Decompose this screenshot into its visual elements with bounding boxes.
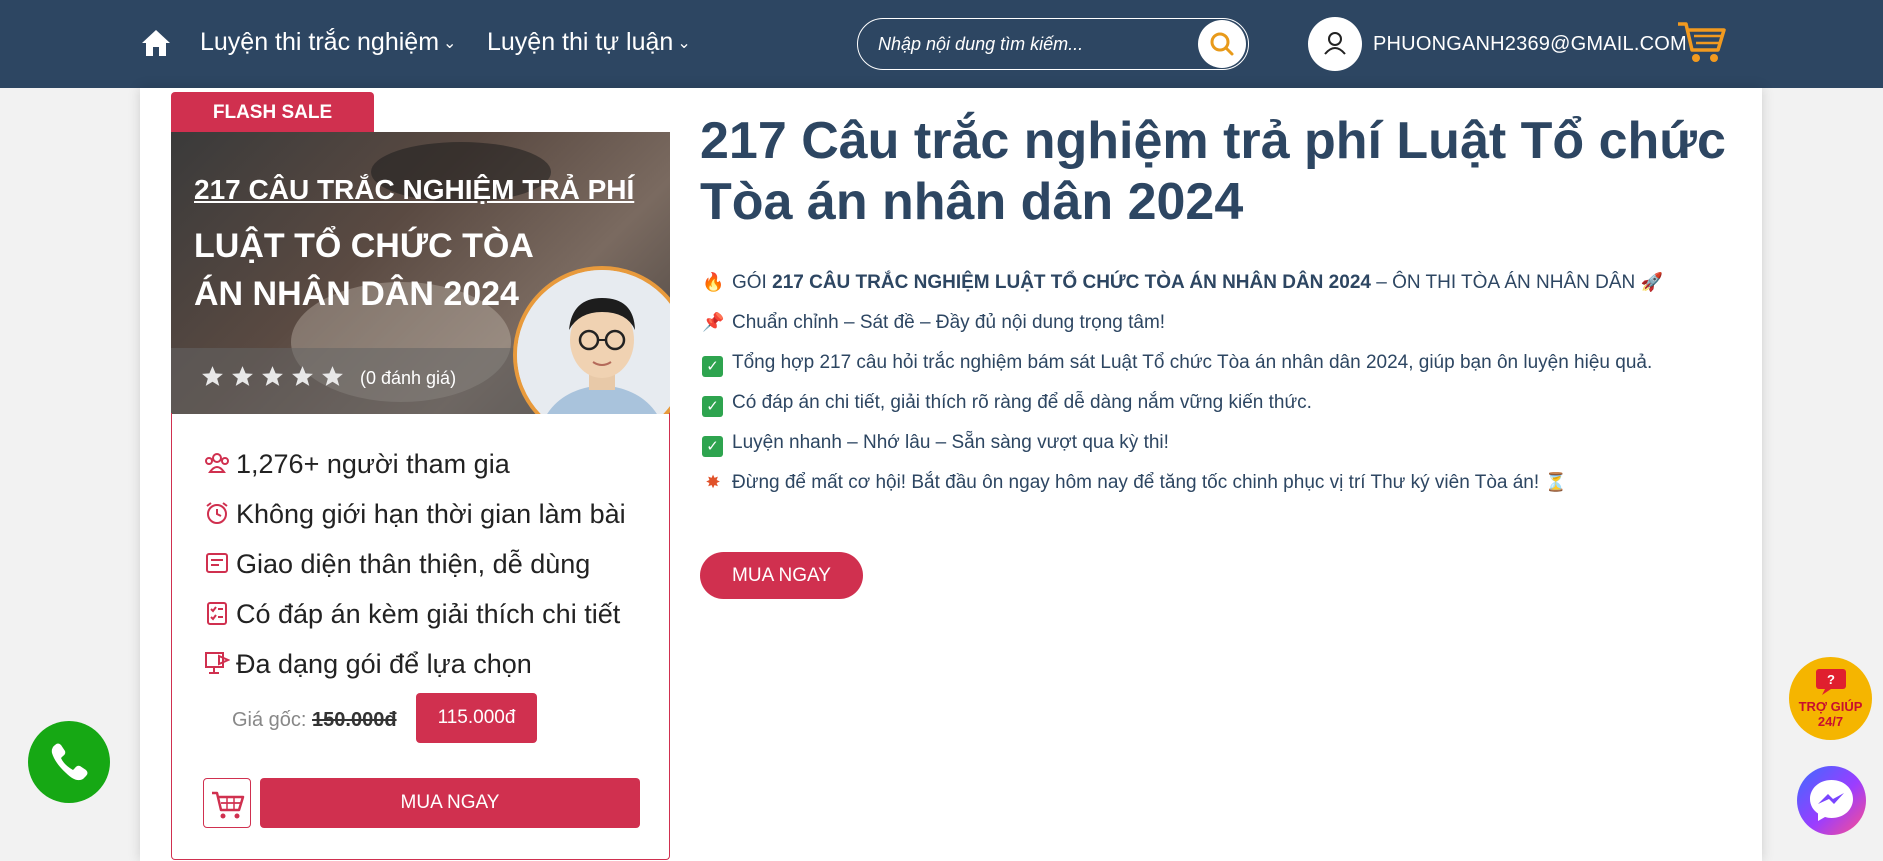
- messenger-button[interactable]: [1797, 766, 1866, 835]
- add-to-cart-button[interactable]: [203, 778, 251, 828]
- buy-now-button[interactable]: MUA NGAY: [260, 778, 640, 828]
- line1-bold: 217 CÂU TRẮC NGHIỆM LUẬT TỔ CHỨC TÒA ÁN …: [772, 272, 1371, 293]
- nav-essay-label: Luyện thi tự luận: [487, 28, 674, 56]
- nav-essay[interactable]: Luyện thi tự luận ⌄: [487, 28, 691, 57]
- rating-stars: [200, 364, 350, 394]
- user-email[interactable]: PHUONGANH2369@GMAIL.COM: [1373, 33, 1687, 56]
- phone-icon: [51, 743, 88, 781]
- banner-title-line1: 217 CÂU TRẮC NGHIỆM TRẢ PHÍ: [194, 174, 635, 205]
- shopping-cart-icon: [212, 791, 245, 819]
- line3-text: Tổng hợp 217 câu hỏi trắc nghiệm bám sát…: [732, 352, 1653, 373]
- phone-call-button[interactable]: [28, 721, 110, 803]
- presentation-icon: [205, 652, 230, 674]
- chevron-down-icon: ⌄: [677, 35, 691, 53]
- user-avatar[interactable]: [1308, 17, 1362, 71]
- description-line: 📌 Chuẩn chỉnh – Sát đề – Đầy đủ nội dung …: [702, 312, 1165, 334]
- line1-suffix: – ÔN THI TÒA ÁN NHÂN DÂN: [1370, 272, 1636, 293]
- help-label: TRỢ GIÚP 24/7: [1789, 699, 1872, 729]
- original-price: Giá gốc: 150.000đ: [232, 709, 397, 732]
- features-panel: 1,276+ người tham gia Không giới hạn thờ…: [171, 413, 670, 860]
- feature-interface: Giao diện thân thiện, dễ dùng: [204, 549, 590, 580]
- feature-text: 1,276+ người tham gia: [236, 449, 510, 479]
- pushpin-icon: 📌: [702, 312, 725, 332]
- fire-icon: 🔥: [702, 272, 725, 292]
- banner-title-line2: LUẬT TỔ CHỨC TÒA ÁN NHÂN DÂN 2024: [194, 227, 533, 313]
- explosion-icon: ✸: [705, 472, 721, 492]
- feature-packages: Đa dạng gói để lựa chọn: [204, 649, 532, 680]
- description-line: ✓ Có đáp án chi tiết, giải thích rõ ràng …: [702, 392, 1312, 417]
- feature-time-limit: Không giới hạn thời gian làm bài: [204, 499, 626, 530]
- buy-now-button-main[interactable]: MUA NGAY: [700, 552, 863, 599]
- line4-text: Có đáp án chi tiết, giải thích rõ ràng đ…: [732, 392, 1312, 413]
- description-line: 🔥 GÓI 217 CÂU TRẮC NGHIỆM LUẬT TỔ CHỨC TÒ…: [702, 272, 1671, 294]
- interface-icon: [206, 553, 228, 573]
- checkmark-icon: ✓: [702, 436, 723, 457]
- checklist-icon: [207, 602, 227, 625]
- flash-sale-badge: FLASH SALE: [171, 92, 374, 133]
- description-line: ✓ Tổng hợp 217 câu hỏi trắc nghiệm bám sá…: [702, 352, 1652, 377]
- description-line: ✓ Luyện nhanh – Nhớ lâu – Sẵn sàng vượt q…: [702, 432, 1169, 457]
- star-icon: [322, 366, 343, 386]
- home-icon[interactable]: [140, 27, 172, 59]
- search-box: [857, 18, 1249, 70]
- rating-count: (0 đánh giá): [360, 368, 457, 388]
- description-line: ✸ Đừng để mất cơ hội! Bắt đầu ôn ngay hôm…: [702, 472, 1574, 494]
- checkmark-icon: ✓: [702, 396, 723, 417]
- rocket-icon: 🚀: [1640, 272, 1663, 292]
- star-icon: [292, 366, 313, 386]
- product-banner[interactable]: 217 CÂU TRẮC NGHIỆM TRẢ PHÍ LUẬT TỔ CHỨC…: [171, 132, 670, 414]
- feature-text: Giao diện thân thiện, dễ dùng: [236, 549, 591, 579]
- page-title: 217 Câu trắc nghiệm trả phí Luật Tổ chức…: [700, 112, 1726, 231]
- search-icon: [1210, 32, 1234, 56]
- user-icon: [1324, 32, 1346, 55]
- original-price-value: 150.000đ: [312, 709, 397, 731]
- top-navigation-bar: Luyện thi trắc nghiệm ⌄ Luyện thi tự luận…: [0, 0, 1883, 88]
- line6-text: Đừng để mất cơ hội! Bắt đầu ôn ngay hôm …: [732, 472, 1540, 493]
- search-button[interactable]: [1198, 20, 1246, 68]
- feature-answers: Có đáp án kèm giải thích chi tiết: [204, 599, 620, 630]
- star-icon: [262, 366, 283, 386]
- nav-multiple-choice-label: Luyện thi trắc nghiệm: [200, 28, 440, 56]
- chevron-down-icon: ⌄: [443, 35, 457, 53]
- sale-price: 115.000đ: [416, 693, 537, 743]
- users-icon: [205, 453, 229, 473]
- help-button[interactable]: ? TRỢ GIÚP 24/7: [1789, 657, 1872, 740]
- help-label-line1: TRỢ GIÚP: [1798, 699, 1863, 714]
- help-label-line2: 24/7: [1817, 714, 1844, 729]
- nav-multiple-choice[interactable]: Luyện thi trắc nghiệm ⌄: [200, 28, 456, 57]
- svg-text:?: ?: [1827, 672, 1835, 687]
- original-price-label: Giá gốc:: [232, 709, 307, 731]
- help-chat-icon: ?: [1816, 669, 1846, 695]
- hourglass-icon: ⏳: [1544, 472, 1567, 492]
- alarm-clock-icon: [206, 502, 228, 524]
- search-input[interactable]: [878, 31, 1178, 57]
- feature-participants: 1,276+ người tham gia: [204, 449, 510, 480]
- feature-text: Có đáp án kèm giải thích chi tiết: [236, 599, 621, 629]
- line5-text: Luyện nhanh – Nhớ lâu – Sẵn sàng vượt qu…: [732, 432, 1169, 453]
- line2-text: Chuẩn chỉnh – Sát đề – Đầy đủ nội dung t…: [732, 312, 1166, 333]
- checkmark-icon: ✓: [702, 356, 723, 377]
- line1-prefix: GÓI: [732, 272, 773, 293]
- messenger-icon: [1810, 780, 1853, 821]
- feature-text: Đa dạng gói để lựa chọn: [236, 649, 532, 679]
- shopping-cart-icon[interactable]: [1676, 18, 1728, 66]
- person-illustration: [517, 270, 670, 414]
- star-icon: [232, 366, 253, 386]
- feature-text: Không giới hạn thời gian làm bài: [236, 499, 626, 529]
- star-icon: [202, 366, 223, 386]
